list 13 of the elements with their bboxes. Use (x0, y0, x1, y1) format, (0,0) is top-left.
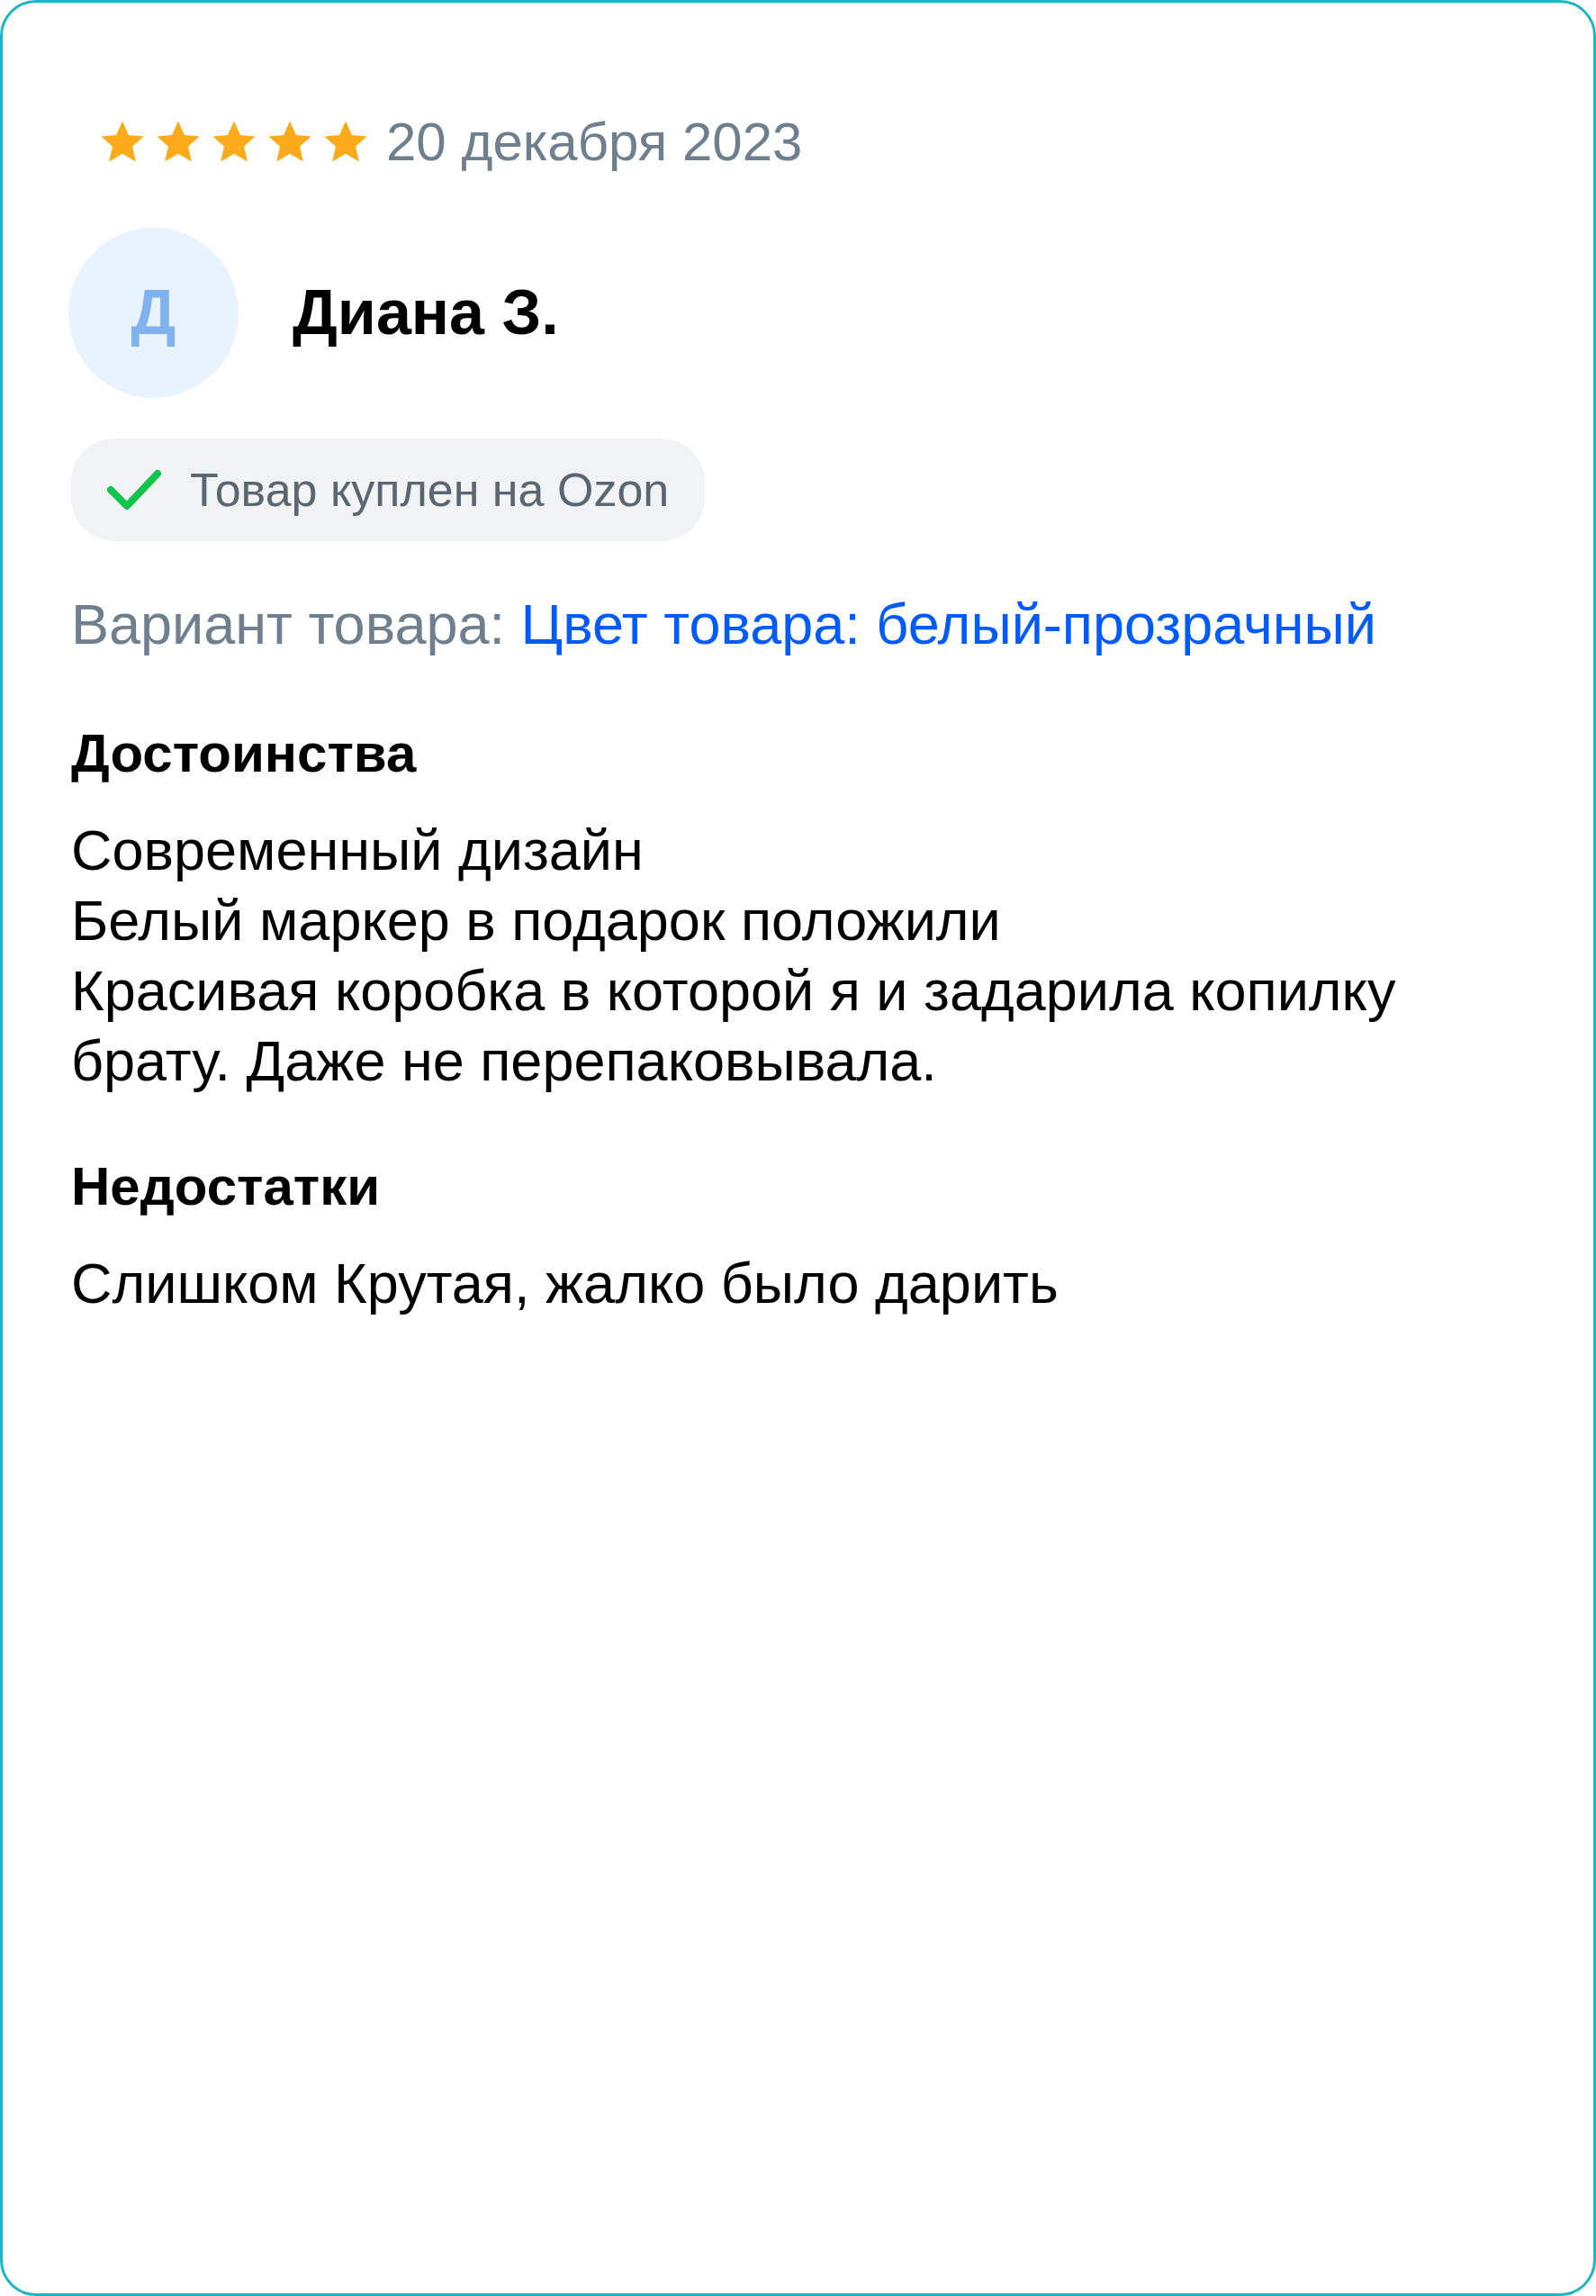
section-heading: Достоинства (71, 721, 418, 785)
review-date: 20 декабря 2023 (386, 111, 803, 174)
variant-label: Вариант товара: (71, 592, 506, 655)
review-text: Красивая коробка в которой я и задарила копилку брату. Даже не перепаковывала. (71, 957, 1397, 1094)
author-name: Диана З. (293, 276, 559, 349)
check-icon (105, 467, 163, 512)
avatar: Д (68, 228, 239, 398)
review-text: Белый маркер в подарок положили (71, 887, 1002, 954)
section-heading: Недостатки (71, 1154, 382, 1218)
review-text: Слишком Крутая, жалко было дарить (71, 1250, 1059, 1316)
variant-link[interactable]: Цвет товара: белый-прозрачный (520, 592, 1376, 655)
review-text: Современный дизайн (71, 817, 645, 883)
verified-label: Товар куплен на Ozon (190, 463, 670, 518)
